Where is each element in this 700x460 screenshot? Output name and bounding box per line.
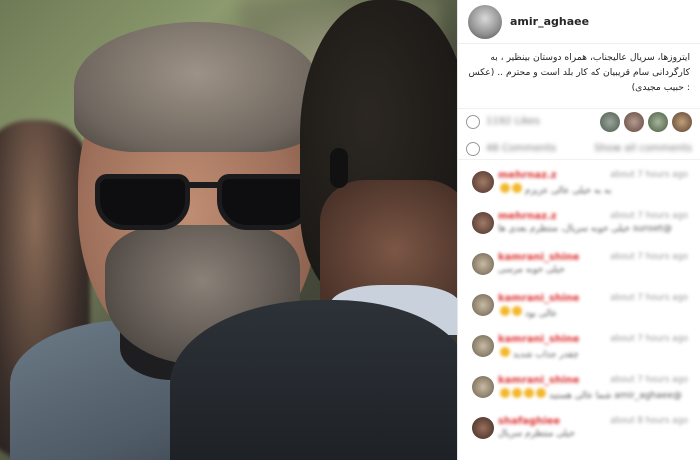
comment-item: kamrani_shine about 7 hours ago چقدر جذا… (458, 329, 700, 370)
liker-avatar[interactable] (624, 111, 644, 132)
comment-time: about 7 hours ago (610, 293, 688, 303)
comment-time: about 7 hours ago (610, 334, 688, 344)
comments-count: 48 Comments (486, 143, 557, 154)
commenter-avatar[interactable] (472, 294, 494, 316)
comment-text: خیلی خوبه مرسی (498, 265, 565, 275)
post-photo[interactable] (0, 0, 457, 460)
emoji-icon (500, 306, 510, 316)
emoji-icon (500, 388, 510, 398)
glasses-bridge (188, 182, 220, 188)
comment-item: kamrani_shine about 7 hours ago خیلی خوب… (458, 247, 700, 288)
emoji-icon (500, 347, 510, 357)
liker-avatar[interactable] (600, 111, 620, 132)
comments-list: mehrnaz.z about 7 hours ago به به خیلی ع… (458, 165, 700, 452)
comment-text: عالی بود (498, 306, 700, 319)
profile-username[interactable]: amir_aghaee (510, 15, 589, 28)
comment-icon[interactable] (466, 141, 480, 156)
right-lens (217, 174, 312, 230)
left-lens (95, 174, 190, 230)
show-all-comments-link[interactable]: Show all comments (594, 143, 692, 154)
comment-text: خیلی منتظرم سریال (498, 429, 575, 439)
emoji-icon (512, 306, 522, 316)
back-suit (170, 300, 457, 460)
commenter-avatar[interactable] (472, 417, 494, 439)
comment-time: about 8 hours ago (610, 416, 688, 426)
commenter-avatar[interactable] (472, 335, 494, 357)
emoji-icon (536, 388, 546, 398)
earpiece (330, 148, 348, 188)
comment-time: about 7 hours ago (610, 170, 688, 180)
comment-item: mehrnaz.z about 7 hours ago به به خیلی ع… (458, 165, 700, 206)
comment-text: @sunset خیلی خوبه سریال، منتظرم بعدی ها (498, 224, 672, 234)
comment-item: mehrnaz.z about 7 hours ago @sunset خیلی… (458, 206, 700, 247)
comment-time: about 7 hours ago (610, 211, 688, 221)
comment-time: about 7 hours ago (610, 252, 688, 262)
comment-item: kamrani_shine about 7 hours ago عالی بود (458, 288, 700, 329)
commenter-avatar[interactable] (472, 171, 494, 193)
comments-row: 48 Comments Show all comments (458, 138, 700, 160)
man-hair (74, 22, 320, 152)
profile-avatar[interactable] (468, 4, 502, 39)
emoji-icon (512, 183, 522, 193)
comment-text: چقدر جذاب شدید (498, 347, 700, 360)
likes-count[interactable]: 1192 Likes (486, 116, 540, 127)
likes-row: 1192 Likes (458, 108, 700, 134)
heart-icon[interactable] (466, 114, 480, 129)
comment-text: به به خیلی عالی عزیزم (498, 183, 700, 196)
comment-item: kamrani_shine about 7 hours ago @amir_ag… (458, 370, 700, 411)
comment-item: shafaghiee about 8 hours ago خیلی منتظرم… (458, 411, 700, 452)
liker-avatar[interactable] (672, 111, 692, 132)
emoji-icon (512, 388, 522, 398)
post-sidebar: amir_aghaee ایترو‌زها، سریال عالیجناب، ه… (457, 0, 700, 460)
commenter-avatar[interactable] (472, 212, 494, 234)
commenter-avatar[interactable] (472, 376, 494, 398)
commenter-avatar[interactable] (472, 253, 494, 275)
emoji-icon (500, 183, 510, 193)
post-header: amir_aghaee (458, 0, 700, 44)
comment-text: @amir_aghaee شما عالی هستید (498, 388, 700, 401)
sunglasses (95, 168, 317, 232)
comment-time: about 7 hours ago (610, 375, 688, 385)
likers-avatars (600, 111, 692, 132)
emoji-icon (524, 388, 534, 398)
liker-avatar[interactable] (648, 111, 668, 132)
